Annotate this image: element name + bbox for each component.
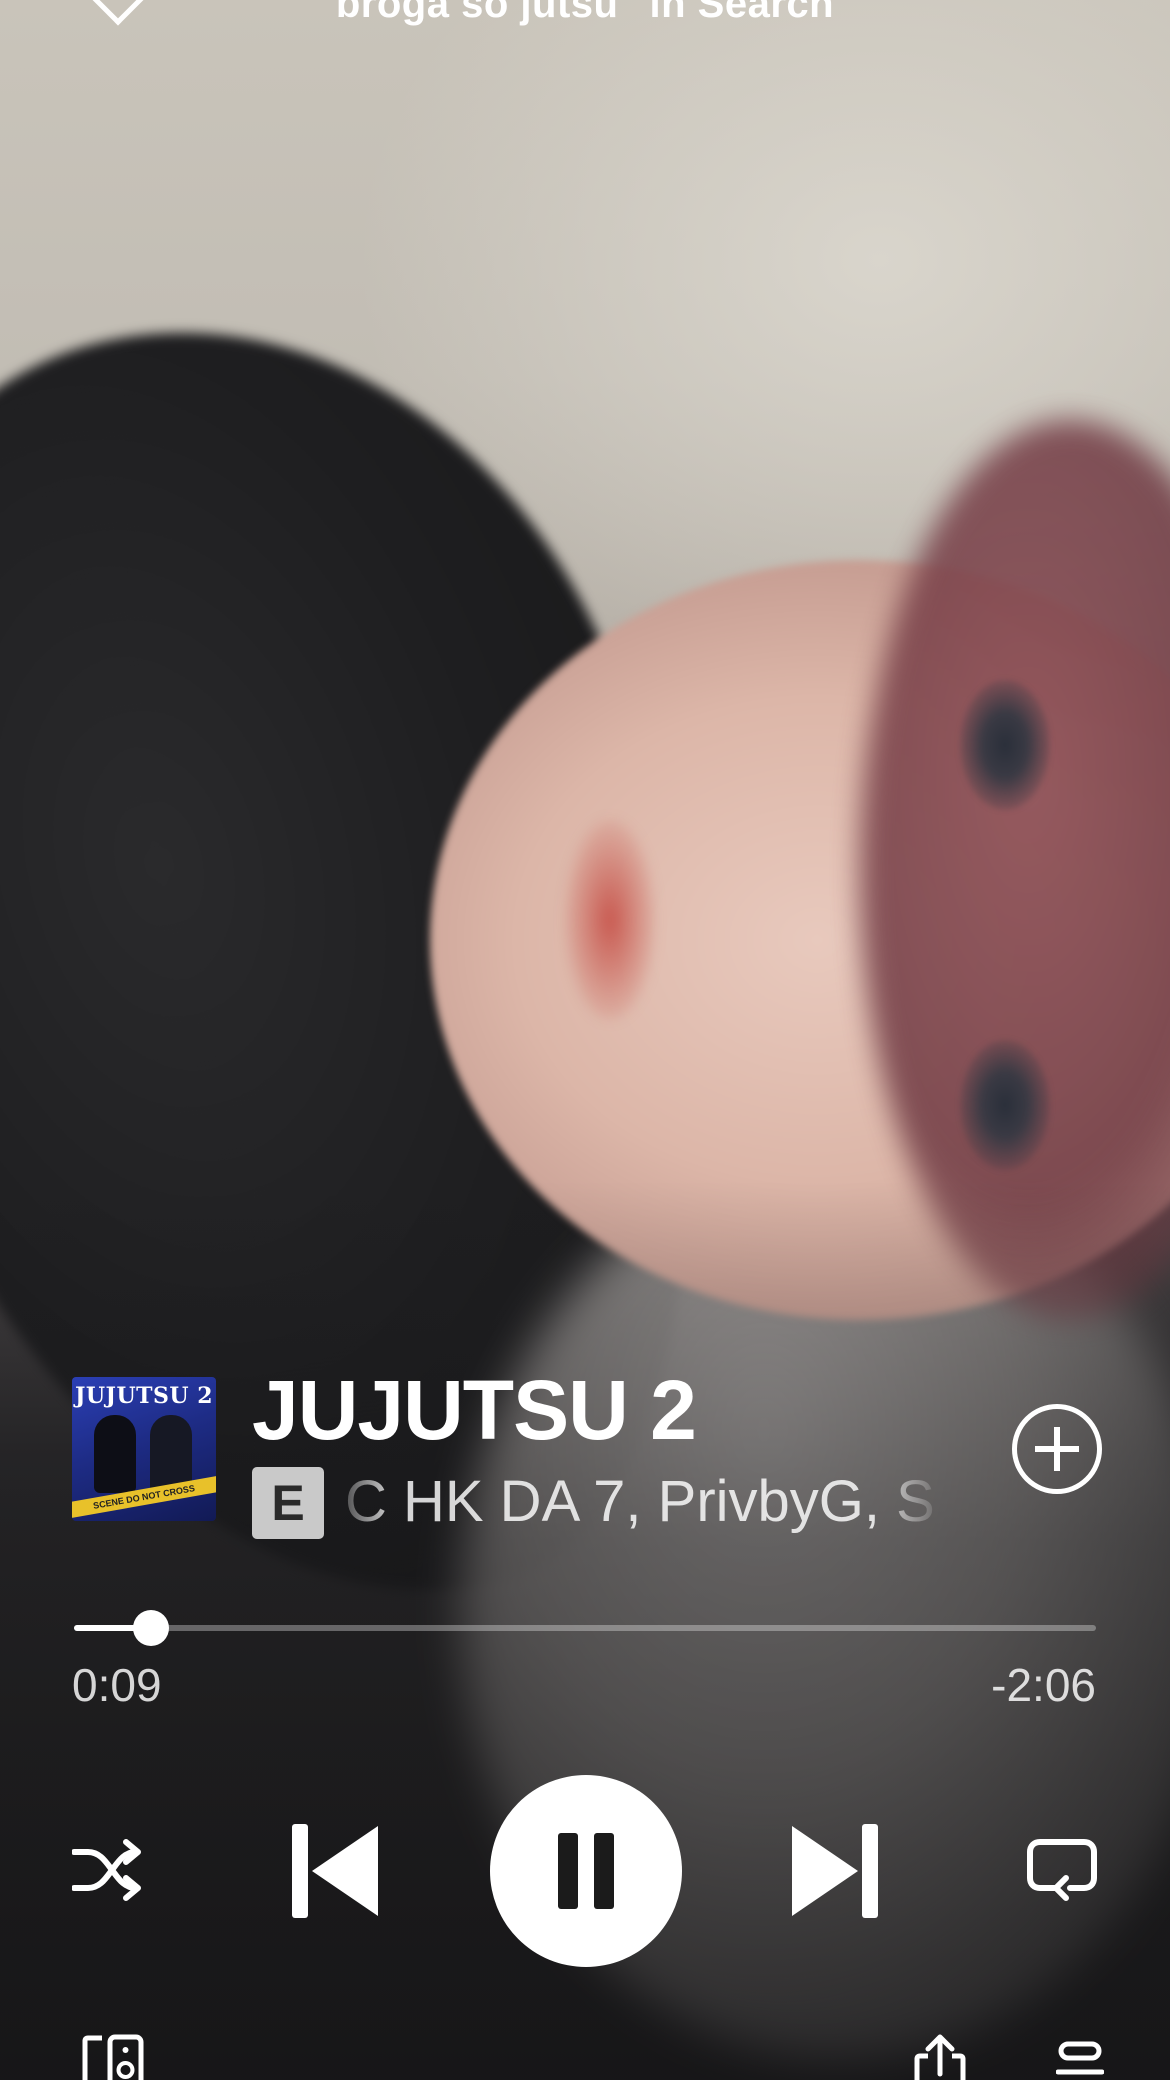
player-header: broga so jutsu" in Search [0,0,1170,34]
playing-from-context[interactable]: broga so jutsu" in Search [336,0,834,27]
connect-device-icon [82,2034,144,2080]
next-track-button[interactable] [790,1822,880,1920]
repeat-icon [1027,1839,1097,1901]
chevron-down-icon[interactable] [92,0,144,26]
pause-button[interactable] [490,1775,682,1967]
track-artists[interactable]: C HK DA 7, PrivbyG, S [345,1462,945,1542]
album-art-figure [94,1415,136,1493]
video-canvas [0,0,1170,2080]
artists-marquee[interactable]: C HK DA 7, PrivbyG, S [345,1462,945,1542]
pause-icon [594,1833,614,1909]
pause-icon [558,1833,578,1909]
shuffle-icon [71,1839,141,1901]
canvas-shape [960,680,1050,810]
repeat-button[interactable] [1026,1838,1098,1904]
skip-previous-icon [292,1824,378,1918]
album-art[interactable]: JUJUTSU 2 SCENE DO NOT CROSS [72,1377,216,1521]
explicit-badge: E [252,1467,324,1539]
album-art-title: JUJUTSU 2 [74,1383,214,1409]
queue-icon [1055,2041,1105,2075]
connect-device-button[interactable] [82,2034,144,2080]
shuffle-button[interactable] [71,1838,146,1902]
elapsed-time: 0:09 [72,1659,162,1711]
remaining-time: -2:06 [991,1659,1096,1711]
canvas-shape [565,820,655,1020]
playback-progress-bar[interactable] [74,1610,1096,1646]
previous-track-button[interactable] [290,1822,380,1920]
track-title[interactable]: JUJUTSU 2 [252,1362,697,1459]
progress-scrubber-handle[interactable] [132,1610,169,1646]
share-icon [914,2034,966,2080]
skip-next-icon [792,1824,878,1918]
share-button[interactable] [914,2034,966,2080]
progress-track [74,1625,1096,1631]
add-to-library-button[interactable] [1012,1404,1102,1494]
queue-button[interactable] [1055,2040,1105,2080]
canvas-shape [960,1040,1050,1170]
